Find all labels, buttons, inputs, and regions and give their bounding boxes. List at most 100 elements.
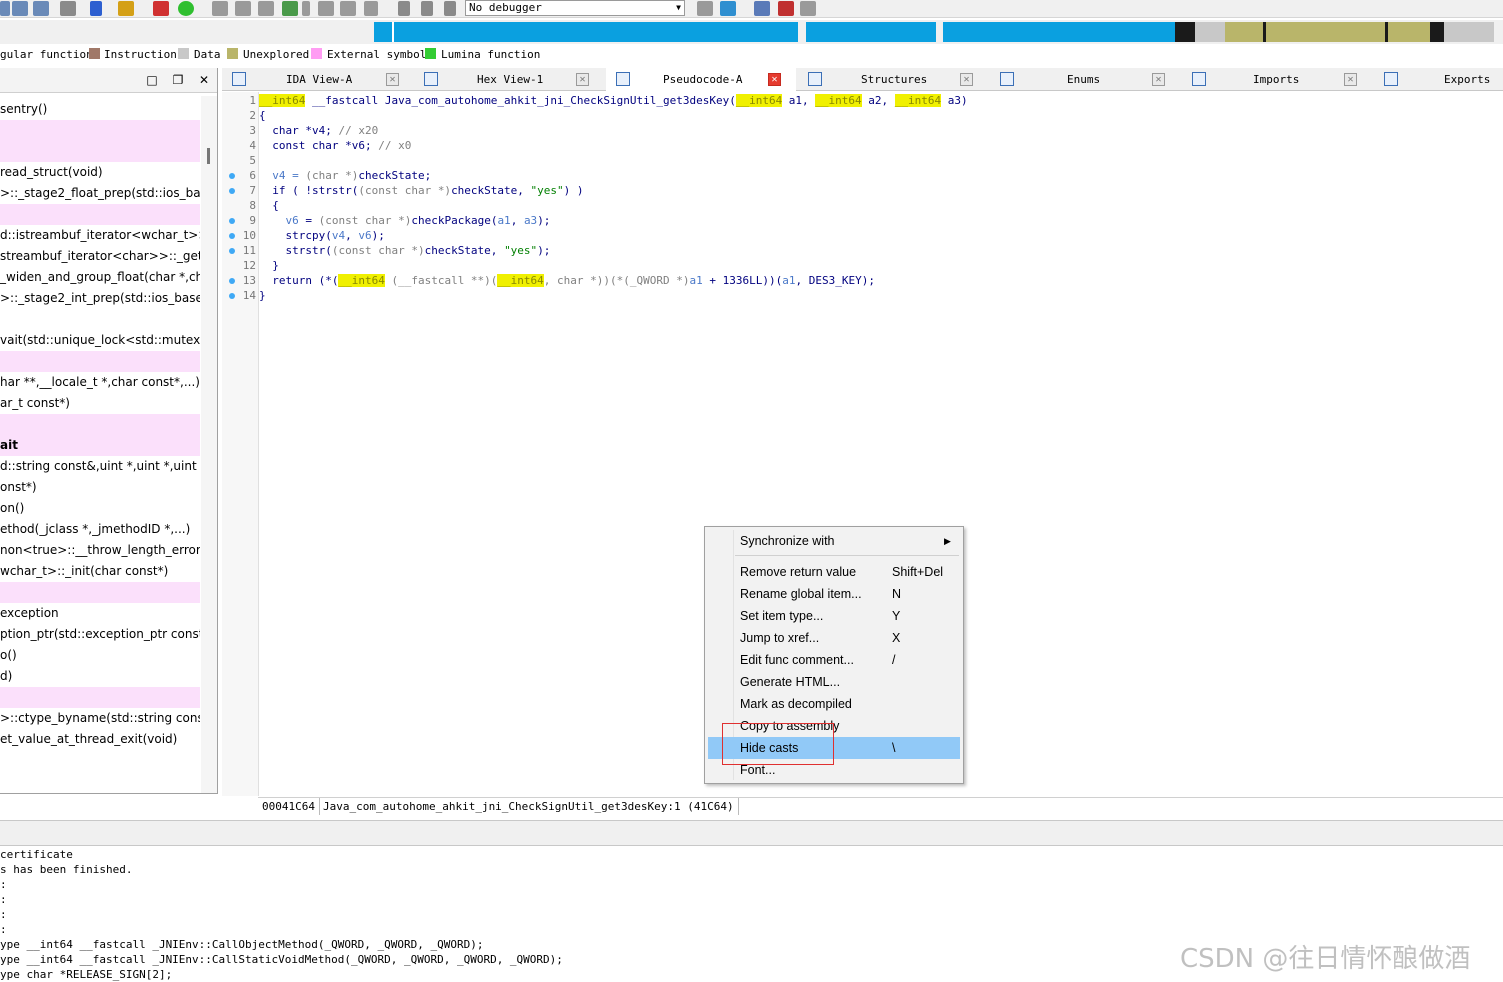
function-list-item[interactable]: vait(std::unique_lock<std::mutex> & [0, 330, 200, 351]
function-list-item[interactable] [0, 351, 200, 372]
function-list-item[interactable]: >::_stage2_float_prep(std::ios_base [0, 183, 200, 204]
toolbar-open-icon[interactable] [0, 1, 10, 16]
code-line-11[interactable]: strstr((const char *)checkState, "yes"); [259, 243, 550, 258]
tab-enums[interactable]: Enums ✕ [990, 68, 1180, 91]
function-list-item[interactable]: ption_ptr(std::exception_ptr const&) [0, 624, 200, 645]
menu-item-rename-global-item[interactable]: Rename global item... N [708, 583, 960, 605]
tab-exports[interactable]: Exports [1374, 68, 1503, 91]
toolbar-play-icon[interactable] [398, 1, 410, 16]
menu-item-synchronize-with[interactable]: Synchronize with ▶ [708, 530, 960, 552]
toolbar-patch-icon[interactable] [282, 1, 298, 16]
function-list-item[interactable]: >::_stage2_int_prep(std::ios_base & [0, 288, 200, 309]
function-list-item[interactable]: read_struct(void) [0, 162, 200, 183]
toolbar-breakpoint-icon[interactable] [778, 1, 794, 16]
toolbar-tools-icon[interactable] [800, 1, 816, 16]
toolbar-search-icon[interactable] [118, 1, 134, 16]
function-list-item[interactable] [0, 120, 200, 141]
function-list-item[interactable]: exception [0, 603, 200, 624]
toolbar-jump-down-icon[interactable] [90, 1, 102, 16]
code-line-12[interactable]: } [259, 258, 279, 273]
function-list-item[interactable]: d) [0, 666, 200, 687]
code-line-1[interactable]: __int64 __fastcall Java_com_autohome_ahk… [259, 93, 968, 108]
breakpoint-dot[interactable] [229, 173, 235, 179]
toolbar-close-icon[interactable] [364, 1, 378, 16]
function-list-item[interactable]: o() [0, 645, 200, 666]
toolbar-image-icon[interactable] [340, 1, 356, 16]
toolbar-save-icon[interactable] [12, 1, 28, 16]
function-list-item[interactable] [0, 687, 200, 708]
close-icon[interactable]: ✕ [960, 73, 973, 86]
tab-structures[interactable]: Structures ✕ [798, 68, 988, 91]
function-list-item[interactable]: har **,__locale_t *,char const*,...) [0, 372, 200, 393]
close-icon[interactable]: ✕ [576, 73, 589, 86]
toolbar-plugin-icon[interactable] [318, 1, 334, 16]
restore-icon[interactable]: ❐ [171, 73, 185, 87]
toolbar-notes-icon[interactable] [754, 1, 770, 16]
tab-imports[interactable]: Imports ✕ [1182, 68, 1372, 91]
menu-item-remove-return-value[interactable]: Remove return value Shift+Del [708, 561, 960, 583]
toolbar-warning-icon[interactable] [153, 1, 169, 16]
menu-item-jump-to-xref[interactable]: Jump to xref... X [708, 627, 960, 649]
breakpoint-dot[interactable] [229, 278, 235, 284]
code-line-2[interactable]: { [259, 108, 266, 123]
tab-hex-view-1[interactable]: Hex View-1 ✕ [414, 68, 604, 91]
function-list-item[interactable]: d::string const&,uint *,uint *,uint &) [0, 456, 200, 477]
functions-scrollbar[interactable] [201, 96, 217, 793]
breakpoint-dot[interactable] [229, 233, 235, 239]
code-line-13[interactable]: return (*(__int64 (__fastcall **)(__int6… [259, 273, 875, 288]
toolbar-stop-icon[interactable] [444, 1, 456, 16]
close-icon[interactable]: ✕ [1344, 73, 1357, 86]
toolbar-back-icon[interactable] [60, 1, 76, 16]
function-list-item[interactable]: sentry() [0, 99, 200, 120]
toolbar-hex-icon[interactable] [212, 1, 228, 16]
toolbar-pause-icon[interactable] [421, 1, 433, 16]
code-line-7[interactable]: if ( !strstr((const char *)checkState, "… [259, 183, 583, 198]
toolbar-refresh-icon[interactable] [720, 1, 736, 16]
close-icon[interactable]: ✕ [197, 73, 211, 87]
function-list-item[interactable]: ethod(_jclass *,_jmethodID *,...) [0, 519, 200, 540]
breakpoint-dot[interactable] [229, 218, 235, 224]
toolbar-run-green-icon[interactable] [178, 1, 194, 16]
scrollbar-thumb[interactable] [207, 148, 210, 164]
breakpoint-dot[interactable] [229, 293, 235, 299]
code-line-10[interactable]: strcpy(v4, v6); [259, 228, 384, 243]
menu-item-set-item-type[interactable]: Set item type... Y [708, 605, 960, 627]
tab-pseudocode-a[interactable]: Pseudocode-A ✕ [606, 68, 796, 91]
function-list-item[interactable] [0, 204, 200, 225]
menu-item-mark-as-decompiled[interactable]: Mark as decompiled [708, 693, 960, 715]
output-splitter[interactable] [0, 820, 1503, 846]
function-list-item[interactable]: et_value_at_thread_exit(void) [0, 729, 200, 750]
maximize-icon[interactable]: □ [145, 73, 159, 87]
close-icon[interactable]: ✕ [386, 73, 399, 86]
function-list-item[interactable]: non<true>::__throw_length_error(vo [0, 540, 200, 561]
code-line-8[interactable]: { [259, 198, 279, 213]
code-line-3[interactable]: char *v4; // x20 [259, 123, 378, 138]
navigation-band[interactable] [0, 20, 1503, 44]
breakpoint-dot[interactable] [229, 188, 235, 194]
toolbar-dropdown-icon[interactable] [302, 1, 310, 16]
function-list-item[interactable]: _widen_and_group_float(char *,char [0, 267, 200, 288]
function-list-item[interactable] [0, 582, 200, 603]
close-icon[interactable]: ✕ [1152, 73, 1165, 86]
code-line-6[interactable]: v4 = (char *)checkState; [259, 168, 431, 183]
menu-item-generate-html[interactable]: Generate HTML... [708, 671, 960, 693]
function-list-item[interactable]: >::ctype_byname(std::string const& [0, 708, 200, 729]
tab-ida-view-a[interactable]: IDA View-A ✕ [222, 68, 412, 91]
toolbar-struct-icon[interactable] [235, 1, 251, 16]
code-line-9[interactable]: v6 = (const char *)checkPackage(a1, a3); [259, 213, 551, 228]
function-list-item[interactable]: on() [0, 498, 200, 519]
function-list-item[interactable]: streambuf_iterator<char>>::_get_ [0, 246, 200, 267]
close-icon[interactable]: ✕ [768, 73, 781, 86]
debugger-select[interactable]: No debugger ▼ [465, 0, 685, 16]
function-list-item[interactable]: ar_t const*) [0, 393, 200, 414]
code-line-4[interactable]: const char *v6; // x0 [259, 138, 411, 153]
menu-item-edit-func-comment[interactable]: Edit func comment... / [708, 649, 960, 671]
function-list-item[interactable]: onst*) [0, 477, 200, 498]
function-list-item[interactable] [0, 309, 200, 330]
function-list-item[interactable]: ait [0, 435, 200, 456]
function-list-item[interactable]: d::istreambuf_iterator<wchar_t>>:: [0, 225, 200, 246]
function-list-item[interactable]: wchar_t>::_init(char const*) [0, 561, 200, 582]
toolbar-text-icon[interactable] [258, 1, 274, 16]
code-line-14[interactable]: } [259, 288, 266, 303]
toolbar-debug-options-icon[interactable] [697, 1, 713, 16]
